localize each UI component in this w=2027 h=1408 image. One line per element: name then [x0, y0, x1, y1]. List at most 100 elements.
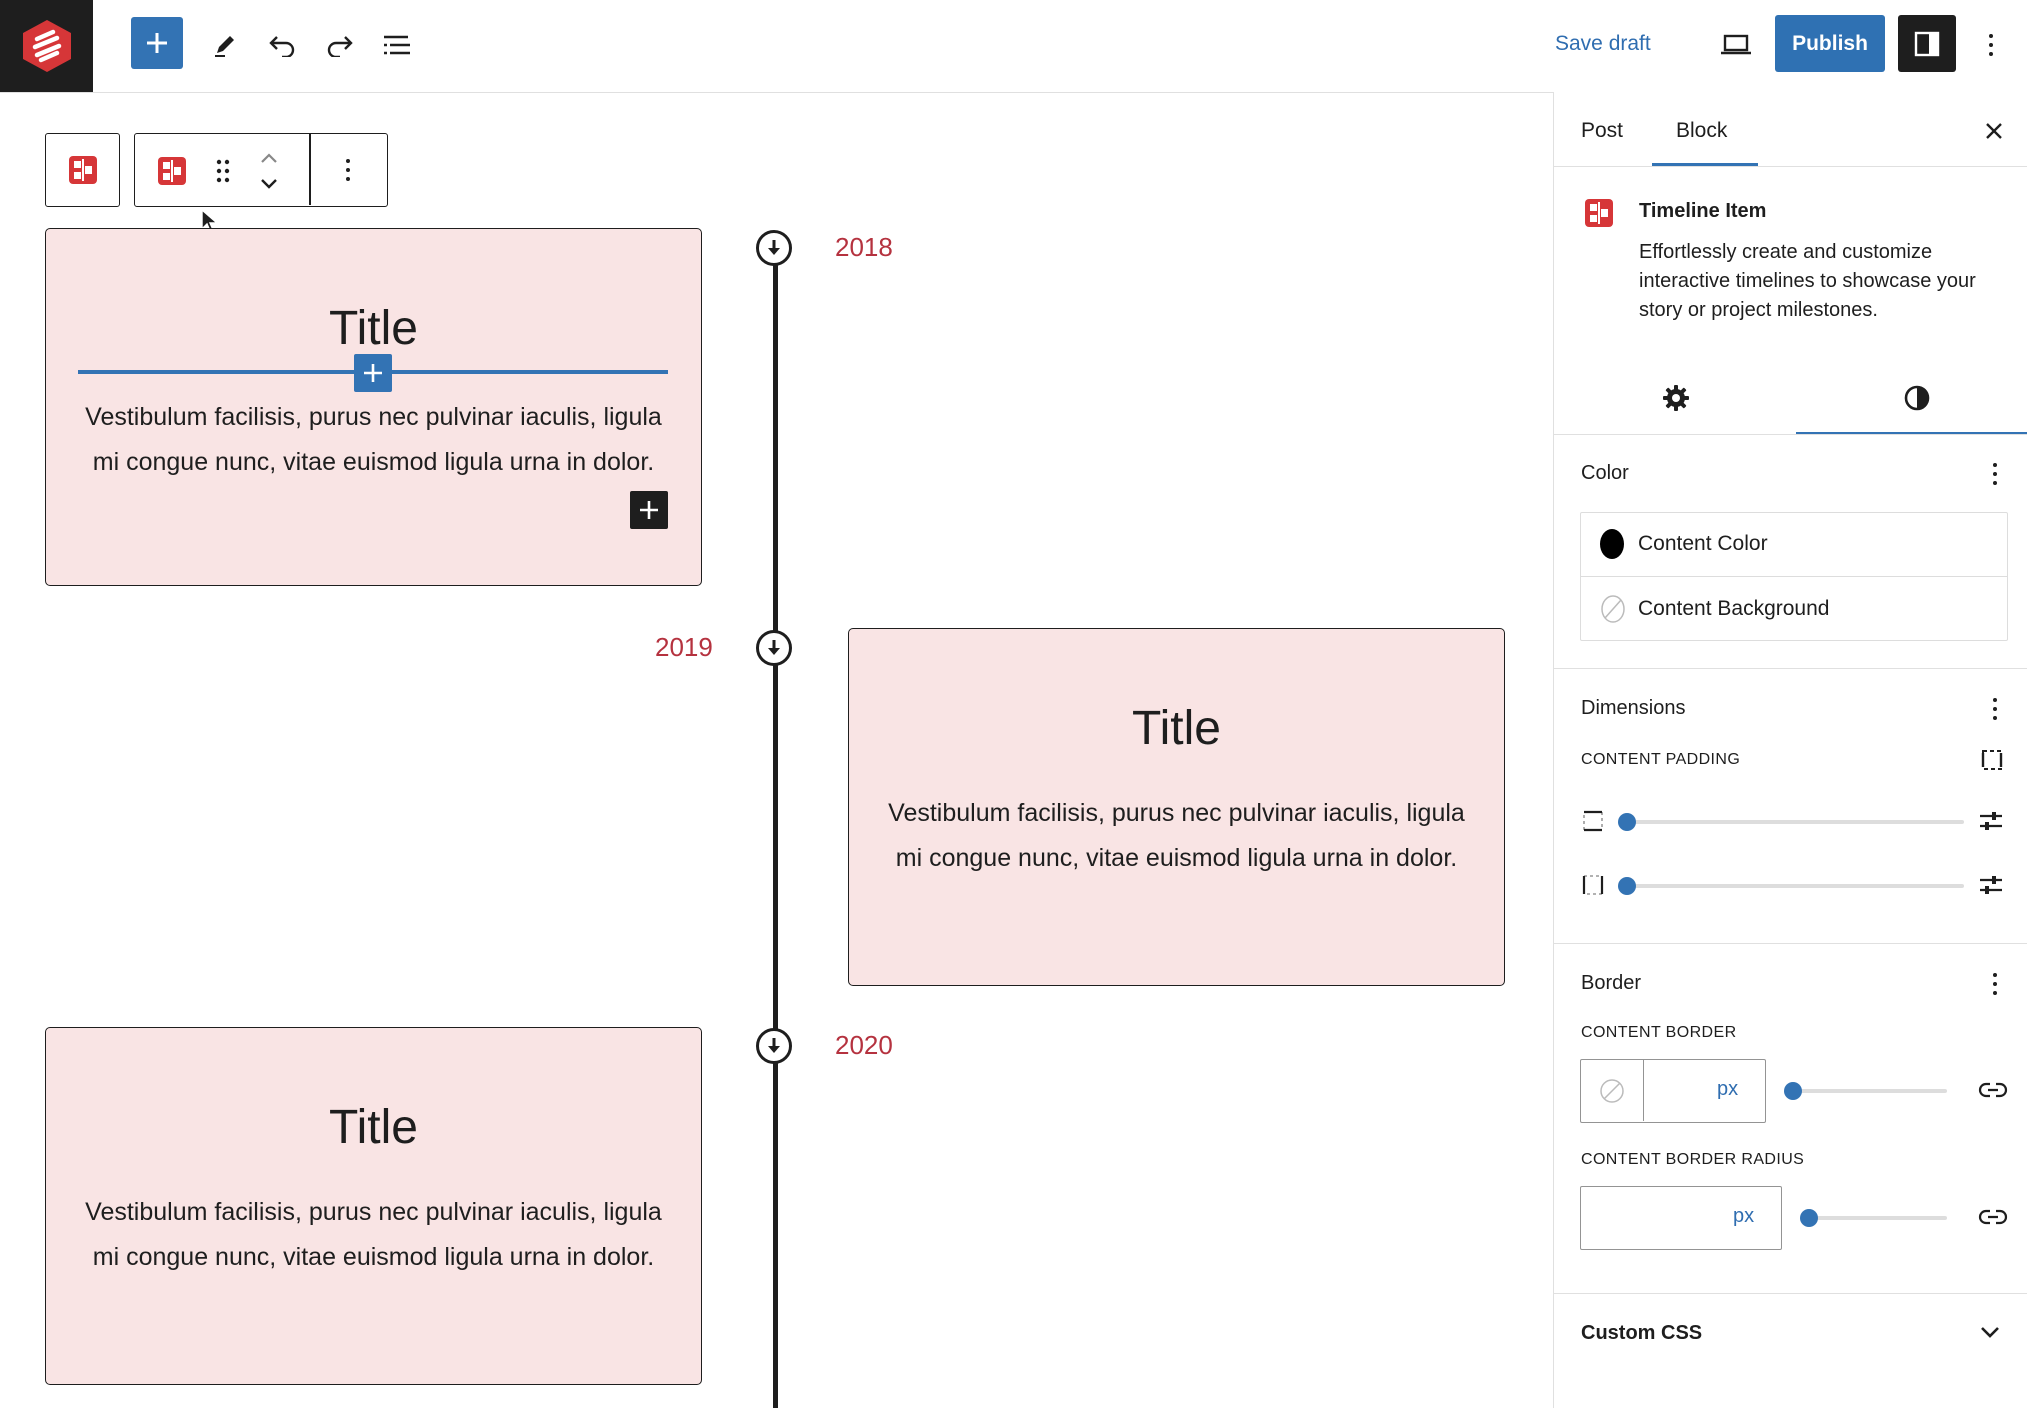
timeline-card[interactable]: Title Vestibulum facilisis, purus nec pu…: [45, 228, 702, 586]
timeline-year[interactable]: 2020: [835, 1030, 893, 1061]
document-overview-button[interactable]: [377, 25, 417, 65]
block-options-button[interactable]: [333, 150, 363, 190]
chevron-down-icon: [1979, 1324, 2001, 1340]
padding-vertical-icon: [1581, 809, 1605, 833]
plus-icon: [640, 501, 658, 519]
move-down-button[interactable]: [254, 174, 284, 194]
tab-settings[interactable]: [1654, 376, 1698, 420]
dimensions-panel-title: Dimensions: [1581, 697, 1686, 719]
contrast-icon: [1904, 385, 1930, 411]
content-color-label: Content Color: [1638, 532, 1768, 555]
add-block-button[interactable]: [131, 17, 183, 69]
laptop-icon: [1721, 34, 1751, 55]
divider: [1554, 166, 2027, 167]
tab-styles[interactable]: [1895, 376, 1939, 420]
publish-button[interactable]: Publish: [1775, 15, 1885, 72]
plus-icon: [147, 33, 167, 53]
insert-block-button[interactable]: [354, 354, 392, 392]
save-draft-button[interactable]: Save draft: [1555, 26, 1651, 62]
timeline-year[interactable]: 2018: [835, 232, 893, 263]
arrow-down-icon: [768, 240, 780, 255]
border-radius-slider-track[interactable]: [1804, 1216, 1947, 1220]
padding-horizontal-icon: [1581, 873, 1605, 897]
border-radius-input[interactable]: px: [1580, 1186, 1782, 1250]
border-width-unit[interactable]: px: [1717, 1078, 1738, 1101]
card-title[interactable]: Title: [46, 1100, 701, 1155]
vertical-sides-icon: [1583, 810, 1603, 832]
content-padding-label: CONTENT PADDING: [1581, 751, 1741, 768]
border-radius-unit[interactable]: px: [1733, 1205, 1754, 1228]
move-up-button[interactable]: [254, 148, 284, 168]
close-icon: [1986, 123, 2002, 139]
card-text[interactable]: Vestibulum facilisis, purus nec pulvinar…: [76, 395, 671, 485]
content-background-item[interactable]: Content Background: [1580, 577, 2008, 641]
card-title[interactable]: Title: [46, 301, 701, 356]
tools-button[interactable]: [205, 25, 245, 65]
redo-button[interactable]: [320, 25, 360, 65]
horizontal-sides-icon: [1582, 875, 1604, 895]
color-panel-title: Color: [1581, 462, 1629, 484]
block-type-button[interactable]: [155, 154, 189, 188]
chevron-down-icon: [261, 179, 277, 189]
color-panel-options[interactable]: [1981, 458, 2009, 490]
link-corners-button[interactable]: [1978, 1205, 2008, 1229]
chevron-up-icon: [261, 153, 277, 163]
timeline-year[interactable]: 2019: [655, 632, 713, 663]
options-menu-button[interactable]: [1977, 22, 2005, 68]
drag-handle[interactable]: [209, 154, 237, 188]
plus-icon: [364, 364, 382, 382]
toolbar-divider: [309, 134, 311, 205]
preview-button[interactable]: [1714, 23, 1758, 67]
padding-horizontal-slider-thumb[interactable]: [1618, 877, 1636, 895]
padding-vertical-slider-thumb[interactable]: [1618, 813, 1636, 831]
card-text[interactable]: Vestibulum facilisis, purus nec pulvinar…: [76, 1190, 671, 1280]
close-sidebar-button[interactable]: [1977, 114, 2011, 148]
sides-icon: [1981, 750, 2003, 770]
tab-post[interactable]: Post: [1581, 119, 1623, 143]
empty-color-swatch-icon: [1600, 1078, 1624, 1103]
padding-vertical-slider-track[interactable]: [1624, 820, 1964, 824]
append-block-button[interactable]: [630, 491, 668, 529]
link-sides-button[interactable]: [1978, 1078, 2008, 1102]
parent-block-selector[interactable]: [45, 133, 120, 207]
dimensions-panel-options[interactable]: [1981, 693, 2009, 725]
content-border-label: CONTENT BORDER: [1581, 1024, 1737, 1041]
link-icon: [1978, 1209, 2008, 1225]
divider: [1554, 943, 2027, 944]
settings-sliders-icon: [1980, 812, 2002, 830]
border-width-input[interactable]: [1645, 1060, 1765, 1121]
empty-color-swatch-icon: [1601, 595, 1625, 623]
tab-block[interactable]: Block: [1676, 119, 1727, 143]
undo-button[interactable]: [262, 25, 302, 65]
border-color-button[interactable]: [1581, 1060, 1644, 1121]
block-card-icon: [1584, 198, 1614, 228]
block-toolbar: [134, 133, 388, 207]
timeline-item-icon: [1585, 199, 1613, 227]
link-icon: [1978, 1082, 2008, 1098]
padding-custom-button[interactable]: [1978, 809, 2004, 833]
settings-toggle-button[interactable]: [1898, 15, 1956, 72]
card-title[interactable]: Title: [849, 701, 1504, 756]
border-width-slider-track[interactable]: [1787, 1089, 1947, 1093]
border-panel-options[interactable]: [1981, 968, 2009, 1000]
timeline-item-icon: [158, 157, 186, 185]
drag-handle-icon: [216, 159, 230, 183]
undo-icon: [269, 36, 295, 57]
timeline-card[interactable]: Title Vestibulum facilisis, purus nec pu…: [848, 628, 1505, 986]
divider: [1554, 668, 2027, 669]
border-radius-slider-thumb[interactable]: [1800, 1209, 1818, 1227]
content-color-item[interactable]: Content Color: [1580, 512, 2008, 576]
site-logo[interactable]: [0, 0, 93, 92]
padding-sides-button[interactable]: [1979, 747, 2005, 773]
settings-sidebar: Post Block Timeline Item Effortlessly cr…: [1553, 92, 2027, 1408]
border-width-slider-thumb[interactable]: [1784, 1082, 1802, 1100]
padding-custom-button[interactable]: [1978, 873, 2004, 897]
timeline-marker: [756, 630, 792, 666]
padding-horizontal-slider-track[interactable]: [1624, 884, 1964, 888]
card-text[interactable]: Vestibulum facilisis, purus nec pulvinar…: [879, 791, 1474, 881]
color-swatch: [1600, 529, 1624, 559]
timeline-card[interactable]: Title Vestibulum facilisis, purus nec pu…: [45, 1027, 702, 1385]
content-border-control: px: [1580, 1059, 1766, 1123]
custom-css-panel-toggle[interactable]: Custom CSS: [1554, 1294, 2027, 1374]
content-background-label: Content Background: [1638, 597, 1830, 620]
